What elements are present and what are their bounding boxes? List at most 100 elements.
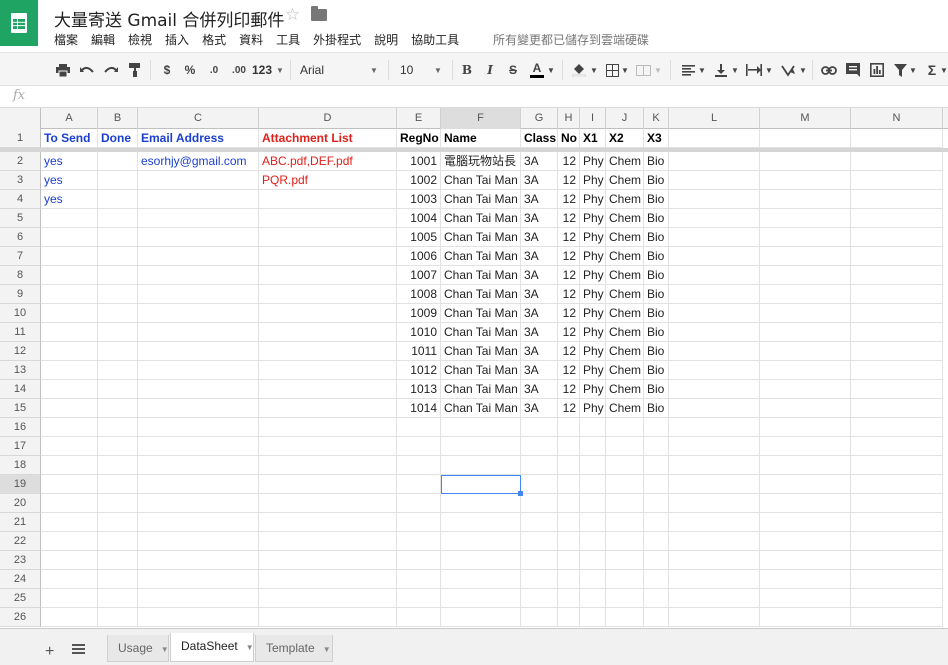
chevron-down-icon[interactable]: ▼ <box>547 60 555 80</box>
cell-g17[interactable] <box>521 437 558 456</box>
insert-chart-icon[interactable] <box>869 60 885 80</box>
cell-k20[interactable] <box>644 494 669 513</box>
menu-item[interactable]: 說明 <box>374 31 398 48</box>
header-cell-a[interactable]: To Send <box>41 129 98 148</box>
cell-e6[interactable]: 1005 <box>397 228 441 247</box>
cell-h19[interactable] <box>558 475 580 494</box>
cell-h5[interactable]: 12 <box>558 209 580 228</box>
cell-e12[interactable]: 1011 <box>397 342 441 361</box>
cell-d4[interactable] <box>259 190 397 209</box>
header-cell-g[interactable]: Class <box>521 129 558 148</box>
cell-h20[interactable] <box>558 494 580 513</box>
cell-k4[interactable]: Bio <box>644 190 669 209</box>
cell-n12[interactable] <box>851 342 943 361</box>
row-header[interactable]: 3 <box>0 171 41 190</box>
cell-f15[interactable]: Chan Tai Man <box>441 399 521 418</box>
cell-e26[interactable] <box>397 608 441 627</box>
row-header[interactable]: 1 <box>0 129 41 148</box>
cell-i19[interactable] <box>580 475 606 494</box>
cell-n10[interactable] <box>851 304 943 323</box>
header-cell-m[interactable] <box>760 129 851 148</box>
column-header-h[interactable]: H <box>558 108 580 129</box>
cell-d9[interactable] <box>259 285 397 304</box>
cell-a7[interactable] <box>41 247 98 266</box>
cell-c3[interactable] <box>138 171 259 190</box>
column-header-k[interactable]: K <box>644 108 669 129</box>
row-header[interactable]: 18 <box>0 456 41 475</box>
cell-i26[interactable] <box>580 608 606 627</box>
cell-e19[interactable] <box>397 475 441 494</box>
cell-f24[interactable] <box>441 570 521 589</box>
cell-f26[interactable] <box>441 608 521 627</box>
cell-g9[interactable]: 3A <box>521 285 558 304</box>
cell-k11[interactable]: Bio <box>644 323 669 342</box>
cell-d15[interactable] <box>259 399 397 418</box>
cell-i2[interactable]: Phy <box>580 152 606 171</box>
cell-i11[interactable]: Phy <box>580 323 606 342</box>
column-header-g[interactable]: G <box>521 108 558 129</box>
cell-l24[interactable] <box>669 570 760 589</box>
cell-e10[interactable]: 1009 <box>397 304 441 323</box>
cell-j24[interactable] <box>606 570 644 589</box>
cell-k21[interactable] <box>644 513 669 532</box>
cell-j4[interactable]: Chem <box>606 190 644 209</box>
cell-a5[interactable] <box>41 209 98 228</box>
cell-a6[interactable] <box>41 228 98 247</box>
cell-d11[interactable] <box>259 323 397 342</box>
cell-g8[interactable]: 3A <box>521 266 558 285</box>
row-header[interactable]: 8 <box>0 266 41 285</box>
column-header-e[interactable]: E <box>397 108 441 129</box>
cell-k26[interactable] <box>644 608 669 627</box>
cell-l20[interactable] <box>669 494 760 513</box>
cell-e8[interactable]: 1007 <box>397 266 441 285</box>
cell-i4[interactable]: Phy <box>580 190 606 209</box>
cell-h12[interactable]: 12 <box>558 342 580 361</box>
cell-l6[interactable] <box>669 228 760 247</box>
cell-b24[interactable] <box>98 570 138 589</box>
cell-a26[interactable] <box>41 608 98 627</box>
chevron-down-icon[interactable]: ▼ <box>323 645 331 654</box>
cell-l26[interactable] <box>669 608 760 627</box>
cell-j6[interactable]: Chem <box>606 228 644 247</box>
cell-g5[interactable]: 3A <box>521 209 558 228</box>
cell-h11[interactable]: 12 <box>558 323 580 342</box>
chevron-down-icon[interactable]: ▼ <box>590 60 598 80</box>
currency-format-button[interactable]: $ <box>160 60 174 80</box>
cell-h3[interactable]: 12 <box>558 171 580 190</box>
cell-f16[interactable] <box>441 418 521 437</box>
chevron-down-icon[interactable]: ▼ <box>161 645 169 654</box>
cell-n17[interactable] <box>851 437 943 456</box>
cell-a24[interactable] <box>41 570 98 589</box>
column-header-c[interactable]: C <box>138 108 259 129</box>
cell-f17[interactable] <box>441 437 521 456</box>
cell-i24[interactable] <box>580 570 606 589</box>
cell-b6[interactable] <box>98 228 138 247</box>
cell-j22[interactable] <box>606 532 644 551</box>
cell-k5[interactable]: Bio <box>644 209 669 228</box>
cell-h6[interactable]: 12 <box>558 228 580 247</box>
cell-g3[interactable]: 3A <box>521 171 558 190</box>
cell-j14[interactable]: Chem <box>606 380 644 399</box>
cell-d13[interactable] <box>259 361 397 380</box>
cell-a18[interactable] <box>41 456 98 475</box>
cell-h23[interactable] <box>558 551 580 570</box>
formula-bar[interactable]: fx <box>0 86 948 108</box>
strikethrough-button[interactable]: S <box>506 60 520 80</box>
cell-d7[interactable] <box>259 247 397 266</box>
cell-m14[interactable] <box>760 380 851 399</box>
cell-j9[interactable]: Chem <box>606 285 644 304</box>
cell-j3[interactable]: Chem <box>606 171 644 190</box>
cell-m8[interactable] <box>760 266 851 285</box>
sheet-tab-template[interactable]: Template ▼ <box>255 635 333 662</box>
cell-d3[interactable]: PQR.pdf <box>259 171 397 190</box>
row-header[interactable]: 14 <box>0 380 41 399</box>
cell-a21[interactable] <box>41 513 98 532</box>
cell-h25[interactable] <box>558 589 580 608</box>
cell-h8[interactable]: 12 <box>558 266 580 285</box>
cell-m23[interactable] <box>760 551 851 570</box>
cell-f23[interactable] <box>441 551 521 570</box>
chevron-down-icon[interactable]: ▼ <box>698 60 706 80</box>
cell-e14[interactable]: 1013 <box>397 380 441 399</box>
cell-a10[interactable] <box>41 304 98 323</box>
column-header-f[interactable]: F <box>441 108 521 129</box>
